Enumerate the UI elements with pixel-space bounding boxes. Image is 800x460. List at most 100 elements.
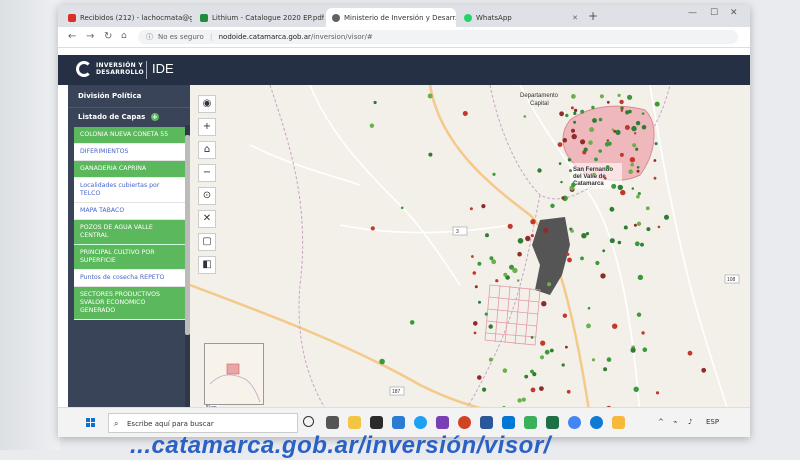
- tab-whatsapp[interactable]: WhatsApp ✕: [458, 8, 584, 27]
- new-tab-button[interactable]: +: [588, 9, 598, 23]
- map-marker[interactable]: [549, 348, 554, 353]
- map-marker[interactable]: [617, 93, 621, 97]
- map-marker[interactable]: [628, 169, 633, 174]
- map-marker[interactable]: [627, 94, 633, 100]
- add-layer-icon[interactable]: +: [150, 113, 159, 121]
- map-marker[interactable]: [530, 369, 534, 374]
- map-marker[interactable]: [636, 166, 640, 169]
- task-view-icon[interactable]: [326, 416, 339, 429]
- map-marker[interactable]: [615, 129, 621, 135]
- map-marker[interactable]: [570, 106, 574, 110]
- layer-item-mapa-tabaco[interactable]: MAPA TABACO: [74, 203, 186, 220]
- cortana-icon[interactable]: [303, 416, 314, 427]
- minimize-icon[interactable]: —: [688, 8, 697, 18]
- map-marker[interactable]: [640, 242, 644, 247]
- zoom-out-button[interactable]: −: [198, 164, 216, 182]
- map-marker[interactable]: [567, 158, 572, 162]
- map-marker[interactable]: [602, 249, 606, 253]
- map-marker[interactable]: [566, 389, 571, 394]
- map-marker[interactable]: [477, 261, 482, 266]
- onenote-icon[interactable]: [436, 416, 449, 429]
- map-marker[interactable]: [624, 125, 630, 130]
- map-marker[interactable]: [573, 108, 578, 113]
- map-marker[interactable]: [543, 227, 549, 233]
- map-marker[interactable]: [589, 127, 595, 133]
- close-window-icon[interactable]: ✕: [730, 8, 738, 18]
- map-marker[interactable]: [561, 196, 565, 200]
- map-marker[interactable]: [635, 147, 639, 151]
- map-marker[interactable]: [523, 115, 527, 118]
- map-marker[interactable]: [606, 357, 612, 362]
- layer-item-sectores-productivos[interactable]: SECTORES PRODUCTIVOS SVALOR ECONOMICO GE…: [74, 287, 186, 320]
- map-marker[interactable]: [544, 349, 550, 355]
- map-marker[interactable]: [586, 323, 591, 329]
- map-marker[interactable]: [512, 267, 518, 274]
- tab-gmail[interactable]: Recibidos (212) - lachocmata@g... ✕: [62, 8, 192, 27]
- map-marker[interactable]: [478, 300, 481, 304]
- map-marker[interactable]: [541, 301, 547, 307]
- layer-item-diferimientos[interactable]: DIFERIMIENTOS: [74, 144, 186, 161]
- outlook-icon[interactable]: [502, 416, 515, 429]
- map-marker[interactable]: [521, 397, 526, 402]
- map-marker[interactable]: [503, 272, 508, 277]
- map-marker[interactable]: [620, 109, 624, 112]
- map-marker[interactable]: [633, 223, 637, 227]
- url-input[interactable]: ⓘ No es seguro | nodoide.catamarca.gob.ar…: [138, 30, 738, 44]
- map-marker[interactable]: [495, 279, 499, 283]
- layer-item-colonia-nueva-coneta[interactable]: COLONIA NUEVA CONETA 55: [74, 127, 186, 144]
- powerpoint-icon[interactable]: [458, 416, 471, 429]
- map-marker[interactable]: [379, 358, 385, 365]
- map-marker[interactable]: [482, 387, 487, 392]
- map-marker[interactable]: [547, 282, 552, 287]
- map-marker[interactable]: [642, 347, 648, 353]
- map-marker[interactable]: [594, 157, 598, 162]
- map-marker[interactable]: [571, 133, 577, 140]
- map-marker[interactable]: [631, 125, 637, 132]
- map-marker[interactable]: [635, 120, 641, 126]
- map-marker[interactable]: [631, 187, 634, 190]
- home-icon[interactable]: ⌂: [121, 31, 127, 41]
- map-marker[interactable]: [632, 143, 637, 148]
- map-marker[interactable]: [569, 169, 572, 173]
- map-marker[interactable]: [525, 235, 531, 242]
- map-marker[interactable]: [400, 206, 404, 210]
- map-marker[interactable]: [565, 345, 568, 349]
- map-marker[interactable]: [562, 313, 568, 318]
- map-marker[interactable]: [370, 226, 375, 231]
- map-marker[interactable]: [687, 350, 693, 356]
- map-marker[interactable]: [634, 132, 637, 135]
- map-marker[interactable]: [599, 94, 604, 99]
- map-marker[interactable]: [539, 386, 544, 391]
- layer-item-principal-cultivo[interactable]: PRINCIPAL CULTIVO POR SUPERFICIE: [74, 245, 186, 270]
- file-explorer-icon[interactable]: [348, 416, 361, 429]
- edge-icon[interactable]: [590, 416, 603, 429]
- map-marker[interactable]: [636, 194, 640, 199]
- map-marker[interactable]: [462, 111, 468, 116]
- map-marker[interactable]: [471, 255, 474, 258]
- sidebar-title[interactable]: División Política: [68, 85, 190, 108]
- map-marker[interactable]: [540, 340, 546, 346]
- map-marker[interactable]: [561, 363, 565, 367]
- map-marker[interactable]: [623, 225, 628, 230]
- chrome-icon[interactable]: [568, 416, 581, 429]
- layer-item-puntos-de-cosecha[interactable]: Puntos de cosecha REPETO: [74, 270, 186, 287]
- zoom-in-button[interactable]: +: [198, 118, 216, 136]
- map-marker[interactable]: [657, 225, 661, 229]
- map-marker[interactable]: [588, 140, 593, 145]
- map-marker[interactable]: [630, 347, 636, 353]
- map-marker[interactable]: [609, 206, 615, 212]
- sticky-notes-icon[interactable]: [612, 416, 625, 429]
- map-marker[interactable]: [636, 221, 642, 226]
- tab-ministerio[interactable]: Ministerio de Inversión y Desarr... ✕: [326, 8, 456, 27]
- map-marker[interactable]: [655, 391, 660, 395]
- map-marker[interactable]: [630, 162, 634, 167]
- publisher-icon[interactable]: [524, 416, 537, 429]
- forward-icon[interactable]: →: [86, 31, 94, 42]
- maximize-icon[interactable]: ☐: [710, 8, 718, 18]
- map-marker[interactable]: [485, 233, 489, 238]
- layer-item-localidades-telco[interactable]: Localidades cubiertas por TELCO: [74, 178, 186, 203]
- map-marker[interactable]: [654, 142, 658, 146]
- map-marker[interactable]: [489, 256, 494, 261]
- map-marker[interactable]: [507, 223, 513, 229]
- map-marker[interactable]: [571, 128, 575, 133]
